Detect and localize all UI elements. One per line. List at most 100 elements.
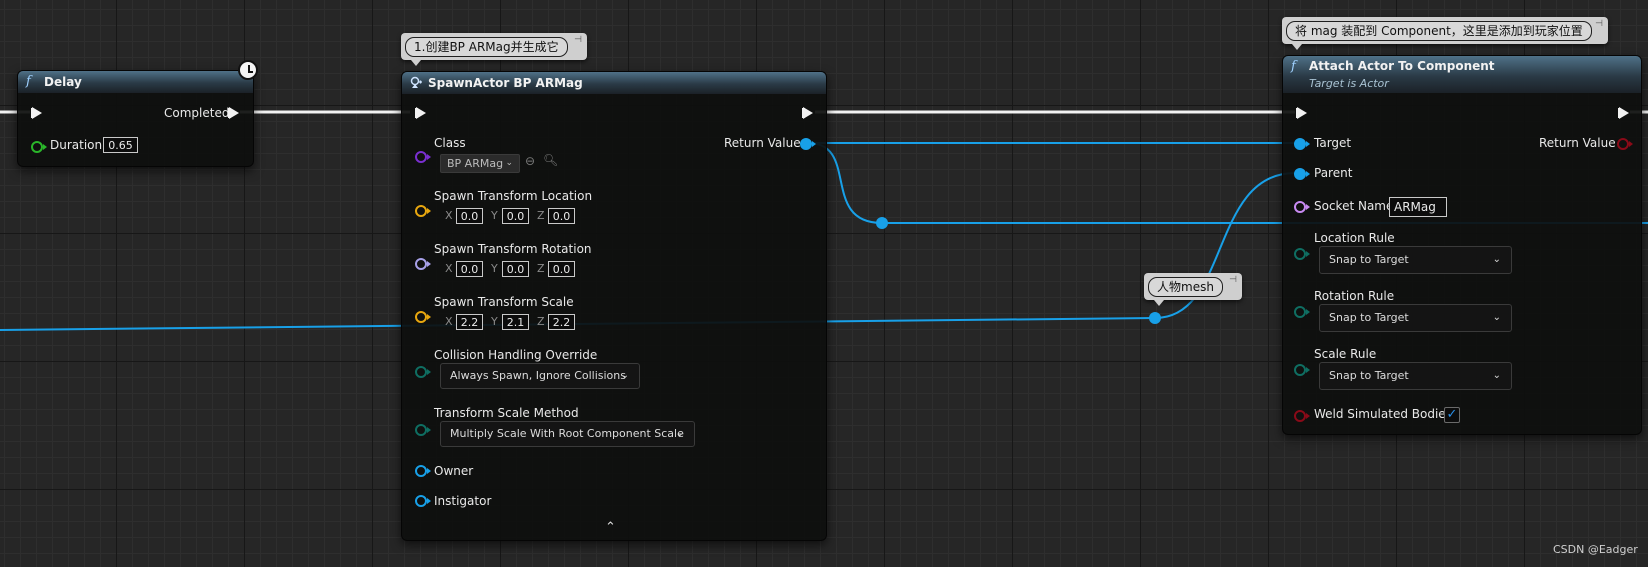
spawn-instigator-pin[interactable] <box>415 495 431 507</box>
attach-weld-pin[interactable] <box>1294 410 1310 422</box>
location-x-input[interactable]: 0.0 <box>456 208 483 224</box>
spawn-scale-label: Spawn Transform Scale <box>434 295 574 309</box>
spawn-owner-label: Owner <box>434 464 474 478</box>
reroute-knot-return <box>876 217 888 229</box>
spawn-location-label: Spawn Transform Location <box>434 189 593 203</box>
spawn-comment-text: 1.创建BP ARMag并生成它 <box>405 37 568 57</box>
scale-y-input[interactable]: 2.1 <box>502 314 529 330</box>
attach-rotation-rule-label: Rotation Rule <box>1314 289 1395 303</box>
attach-location-rule-pin[interactable] <box>1294 248 1310 260</box>
rotation-z-input[interactable]: 0.0 <box>548 261 575 277</box>
reroute-comment-text: 人物mesh <box>1148 277 1223 297</box>
delay-completed-pin[interactable] <box>228 107 239 119</box>
browse-arrow-icon[interactable]: ⊖ <box>525 154 535 168</box>
location-z-input[interactable]: 0.0 <box>548 208 575 224</box>
scale-method-dropdown[interactable]: Multiply Scale With Root Component Scale… <box>440 421 695 447</box>
attach-scale-rule-label: Scale Rule <box>1314 347 1377 361</box>
weld-checkbox[interactable]: ✓ <box>1444 407 1460 423</box>
spawn-node-header[interactable]: SpawnActor BP ARMag <box>402 72 826 94</box>
function-icon: f <box>26 74 31 89</box>
spawn-class-pin[interactable] <box>415 151 431 163</box>
spawn-location-pin[interactable] <box>415 205 431 217</box>
attach-node-subtitle: Target is Actor <box>1309 77 1389 90</box>
spawn-class-label: Class <box>434 136 466 150</box>
attach-comment[interactable]: 将 mag 装配到 Component，这里是添加到玩家位置 ⊣ <box>1282 17 1608 50</box>
spawn-exec-out-pin[interactable] <box>802 107 813 119</box>
scale-rule-value: Snap to Target <box>1329 369 1409 382</box>
scale-z-axis: Z <box>537 315 545 328</box>
scale-y-axis: Y <box>491 315 498 328</box>
rotation-x-axis: X <box>445 262 453 275</box>
rotation-x-input[interactable]: 0.0 <box>456 261 483 277</box>
rotation-y-input[interactable]: 0.0 <box>502 261 529 277</box>
spawn-return-pin[interactable] <box>800 138 816 150</box>
function-icon: f <box>1291 59 1296 74</box>
delay-duration-pin[interactable] <box>31 141 47 153</box>
attach-target-label: Target <box>1314 136 1352 150</box>
chevron-down-icon: ⌄ <box>1492 370 1501 381</box>
collapse-chevron-icon[interactable]: ⌃ <box>605 520 616 535</box>
attach-weld-label: Weld Simulated Bodies <box>1314 407 1452 421</box>
reroute-comment[interactable]: 人物mesh ⊣ <box>1144 273 1242 306</box>
scale-x-axis: X <box>445 315 453 328</box>
reroute-knot-mesh <box>1149 312 1161 324</box>
attach-scale-rule-pin[interactable] <box>1294 364 1310 376</box>
spawn-class-dropdown[interactable]: BP ARMag ⌄ <box>440 154 520 173</box>
attach-exec-in-pin[interactable] <box>1296 107 1307 119</box>
attach-comment-text: 将 mag 装配到 Component，这里是添加到玩家位置 <box>1286 21 1592 41</box>
spawn-node-title: SpawnActor BP ARMag <box>428 76 583 90</box>
location-y-input[interactable]: 0.0 <box>502 208 529 224</box>
scale-method-value: Multiply Scale With Root Component Scale <box>450 427 684 440</box>
scale-rule-dropdown[interactable]: Snap to Target ⌄ <box>1319 362 1512 390</box>
location-x-axis: X <box>445 209 453 222</box>
delay-duration-input[interactable]: 0.65 <box>103 137 138 153</box>
attach-exec-out-pin[interactable] <box>1618 107 1629 119</box>
attach-node-title: Attach Actor To Component <box>1309 59 1495 73</box>
scale-z-input[interactable]: 2.2 <box>548 314 575 330</box>
spawn-scale-pin[interactable] <box>415 311 431 323</box>
attach-actor-node[interactable]: f Attach Actor To Component Target is Ac… <box>1282 55 1642 435</box>
collision-dropdown[interactable]: Always Spawn, Ignore Collisions ⌄ <box>440 363 640 389</box>
rotation-rule-dropdown[interactable]: Snap to Target ⌄ <box>1319 304 1512 332</box>
pin-tack-icon[interactable]: ⊣ <box>1595 19 1603 29</box>
pin-tack-icon[interactable]: ⊣ <box>574 35 582 45</box>
spawn-actor-node[interactable]: SpawnActor BP ARMag Class BP ARMag ⌄ ⊖ 🔍… <box>401 71 827 541</box>
scale-x-input[interactable]: 2.2 <box>456 314 483 330</box>
collision-value: Always Spawn, Ignore Collisions <box>450 369 626 382</box>
attach-socket-pin[interactable] <box>1294 201 1310 213</box>
location-z-axis: Z <box>537 209 545 222</box>
spawn-rotation-pin[interactable] <box>415 258 431 270</box>
attach-parent-pin[interactable] <box>1294 168 1310 180</box>
location-rule-dropdown[interactable]: Snap to Target ⌄ <box>1319 246 1512 274</box>
chevron-down-icon: ⌄ <box>675 428 684 439</box>
checkmark-icon: ✓ <box>1446 407 1458 422</box>
spawn-exec-in-pin[interactable] <box>415 107 426 119</box>
watermark: CSDN @Eadger <box>1553 543 1638 556</box>
attach-target-pin[interactable] <box>1294 138 1310 150</box>
delay-node-title: Delay <box>44 75 82 89</box>
spawn-collision-pin[interactable] <box>415 366 431 378</box>
attach-socket-label: Socket Name <box>1314 199 1394 213</box>
spawn-scale-method-pin[interactable] <box>415 424 431 436</box>
delay-node[interactable]: f Delay Completed Duration 0.65 <box>17 70 254 167</box>
attach-socket-input[interactable]: ARMag <box>1389 197 1447 217</box>
delay-exec-in-pin[interactable] <box>31 107 42 119</box>
delay-completed-label: Completed <box>164 106 230 120</box>
spawn-icon <box>410 76 422 88</box>
attach-node-header[interactable]: f Attach Actor To Component Target is Ac… <box>1283 56 1641 93</box>
spawn-comment[interactable]: 1.创建BP ARMag并生成它 ⊣ <box>401 33 587 66</box>
spawn-collision-label: Collision Handling Override <box>434 348 598 362</box>
spawn-instigator-label: Instigator <box>434 494 492 508</box>
rotation-z-axis: Z <box>537 262 545 275</box>
spawn-scale-method-label: Transform Scale Method <box>434 406 579 420</box>
delay-node-header[interactable]: f Delay <box>18 71 253 93</box>
attach-return-pin[interactable] <box>1617 138 1633 150</box>
spawn-owner-pin[interactable] <box>415 465 431 477</box>
pin-tack-icon[interactable]: ⊣ <box>1229 275 1237 285</box>
chevron-down-icon: ⌄ <box>1492 312 1501 323</box>
search-icon[interactable]: 🔍︎ <box>543 153 558 167</box>
rotation-rule-value: Snap to Target <box>1329 311 1409 324</box>
attach-parent-label: Parent <box>1314 166 1353 180</box>
location-rule-value: Snap to Target <box>1329 253 1409 266</box>
attach-rotation-rule-pin[interactable] <box>1294 306 1310 318</box>
